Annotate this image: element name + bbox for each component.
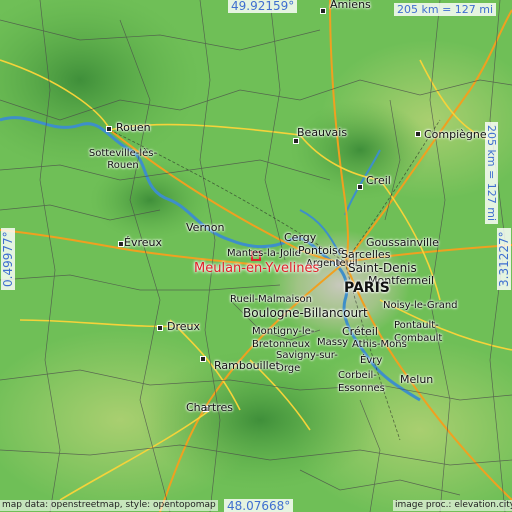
city-label-cergy: Cergy [284,231,317,244]
city-label-evreux: Évreux [124,236,162,249]
city-marker [357,184,363,190]
city-label-saint-denis: Saint-Denis [348,261,417,275]
city-label-boulogne-billancourt: Boulogne-Billancourt [243,306,368,320]
top-latitude-label: 49.92159° [228,0,298,13]
city-marker [157,325,163,331]
right-longitude-label: 3.31227° [497,228,511,290]
city-marker [106,126,112,132]
city-label-goussainville: Goussainville [366,236,439,249]
city-marker [415,131,421,137]
city-marker [320,8,326,14]
city-label-compiegne: Compiègne [424,128,487,141]
city-label-mantes-la-jolie: Mantes-la-Jolie [227,248,301,259]
city-label-corbeil-essonnes: Corbeil-Essonnes [338,370,385,394]
city-label-amiens: Amiens [330,0,371,11]
city-label-evry: Évry [360,355,383,366]
city-label-paris: PARIS [344,280,390,296]
city-label-noisy-le-grand: Noisy-le-Grand [383,300,458,311]
left-longitude-label: 0.49977° [1,228,15,290]
city-label-melun: Melun [400,373,434,386]
city-label-savigny-sur-orge: Savigny-sur-Orge [276,350,338,374]
city-label-rouen: Rouen [116,121,151,134]
map-attribution-right: image proc.: elevation.city [393,500,512,511]
city-label-sotteville-les-rouen: Sotteville-lès-Rouen [88,148,158,171]
city-label-vernon: Vernon [186,221,225,234]
city-label-dreux: Dreux [167,320,200,333]
bottom-latitude-label: 48.07668° [224,499,294,512]
highlighted-location-label: Meulan-en-Yvelines [194,261,320,276]
city-label-rambouillet: Rambouillet [214,359,280,372]
city-label-creil: Creil [366,174,391,187]
map-attribution-left: map data: openstreetmap, style: opentopo… [0,500,218,511]
city-label-montigny-le-bretonneux: Montigny-le-Bretonneux [252,326,315,350]
city-label-rueil-malmaison: Rueil-Malmaison [230,294,313,305]
city-label-athis-mons: Athis-Mons [352,339,407,350]
city-marker [200,356,206,362]
city-label-pontoise: Pontoise [298,244,345,257]
city-label-beauvais: Beauvais [297,126,348,139]
city-label-chartres: Chartres [186,401,234,414]
horizontal-scale-label: 205 km = 127 mi [394,3,497,16]
map-canvas[interactable]: 49.92159° 48.07668° 0.49977° 3.31227° 20… [0,0,512,512]
city-label-massy: Massy [317,337,349,348]
city-label-creteil: Créteil [342,325,378,338]
